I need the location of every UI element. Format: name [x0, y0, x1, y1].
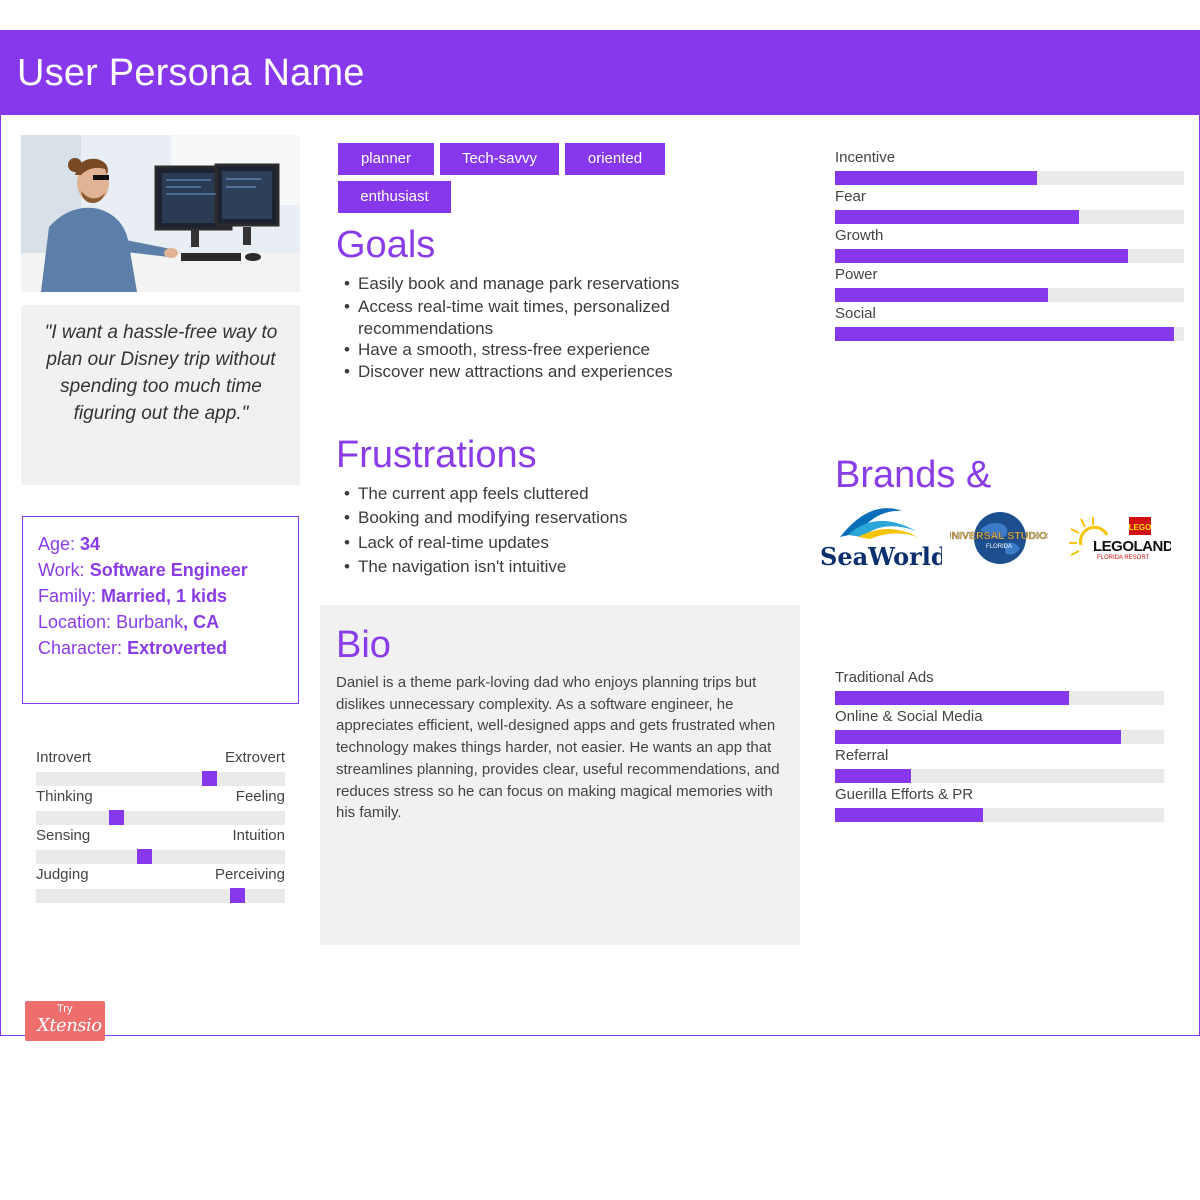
goal-item: Discover new attractions and experiences [344, 362, 673, 382]
location-row: Location: Burbank, CA [38, 612, 219, 633]
frustration-item: The navigation isn't intuitive [344, 557, 566, 577]
channel-label-guerilla: Guerilla Efforts & PR [835, 786, 974, 803]
location-city: Burbank [116, 612, 184, 632]
svg-text:FLORIDA: FLORIDA [986, 544, 1012, 550]
motivation-label-incentive: Incentive [835, 149, 896, 166]
character-row: Character: Extroverted [38, 638, 227, 659]
sensing-label: Sensing [36, 827, 91, 844]
channel-label-online-social: Online & Social Media [835, 708, 983, 725]
perceiving-label: Perceiving [214, 866, 285, 883]
character-label: Character: [38, 638, 123, 658]
bio-heading: Bio [336, 624, 391, 666]
frustration-item: The current app feels cluttered [344, 484, 589, 504]
personality-track-introvert-extrovert [36, 771, 285, 786]
xtensio-wordmark: Xtensio [37, 1015, 102, 1036]
goal-item: Have a smooth, stress-free experience [344, 340, 650, 360]
frustrations-heading: Frustrations [336, 434, 537, 476]
goals-heading: Goals [336, 224, 436, 266]
motivation-label-power: Power [835, 266, 878, 283]
tag-planner: planner [338, 143, 434, 175]
motivation-label-growth: Growth [835, 227, 884, 244]
work-value: Software Engineer [89, 560, 248, 580]
family-label: Family: [38, 586, 96, 606]
motivation-fill [835, 249, 1128, 263]
goal-item-continuation: recommendations [358, 319, 494, 338]
family-row: Family: Married, 1 kids [38, 586, 227, 607]
channel-label-traditional-ads: Traditional Ads [835, 669, 934, 686]
channel-track [835, 769, 1164, 783]
personality-marker [230, 888, 245, 903]
svg-text:LEGOLAND: LEGOLAND [1093, 538, 1171, 555]
age-value: 34 [80, 534, 101, 554]
tag-tech-savvy: Tech-savvy [440, 143, 559, 175]
svg-text:LEGO: LEGO [1129, 523, 1152, 532]
location-label: Location: [38, 612, 112, 632]
tag-oriented: oriented [565, 143, 665, 175]
brands-heading: Brands & [835, 454, 992, 496]
goal-item: Access real-time wait times, personalize… [344, 297, 670, 317]
channel-track [835, 691, 1164, 705]
channel-fill [835, 769, 911, 783]
motivation-label-social: Social [835, 305, 876, 322]
work-row: Work: Software Engineer [38, 560, 248, 581]
channel-track [835, 730, 1164, 744]
motivation-fill [835, 210, 1079, 224]
personality-marker [137, 849, 152, 864]
channel-fill [835, 730, 1121, 744]
motivation-track [835, 249, 1184, 263]
motivation-track [835, 210, 1184, 224]
personality-marker [109, 810, 124, 825]
family-value: Married, 1 kids [101, 586, 228, 606]
channel-fill [835, 808, 983, 822]
svg-text:FLORIDA RESORT: FLORIDA RESORT [1097, 555, 1150, 561]
motivation-fill [835, 288, 1048, 302]
persona-quote: "I want a hassle-free way to plan our Di… [44, 322, 278, 424]
character-value: Extroverted [127, 638, 228, 658]
intuition-label: Intuition [232, 827, 285, 844]
frustration-item: Lack of real-time updates [344, 533, 549, 553]
feeling-label: Feeling [235, 788, 285, 805]
try-xtensio-button[interactable]: Try Xtensio [25, 1001, 105, 1041]
personality-track-thinking-feeling [36, 810, 285, 825]
bio-text: Daniel is a theme park-loving dad who en… [336, 674, 780, 822]
seaworld-logo: SeaWorld [818, 503, 948, 571]
extrovert-label: Extrovert [224, 749, 285, 766]
channel-track [835, 808, 1164, 822]
age-label: Age: [38, 534, 76, 554]
motivation-fill [835, 171, 1037, 185]
personality-marker [202, 771, 217, 786]
svg-text:UNIVERSAL STUDIOS: UNIVERSAL STUDIOS [950, 530, 1048, 542]
judging-label: Judging [36, 866, 89, 883]
motivation-track [835, 327, 1184, 341]
channel-fill [835, 691, 1069, 705]
personality-track-sensing-intuition [36, 849, 285, 864]
legoland-logo: LEGO LEGOLAND FLORIDA RESORT [1067, 515, 1174, 565]
location-state: , CA [183, 612, 220, 632]
motivation-track [835, 171, 1184, 185]
introvert-label: Introvert [36, 749, 92, 766]
motivation-label-fear: Fear [835, 188, 866, 205]
age-row: Age: 34 [38, 534, 100, 555]
frustration-item: Booking and modifying reservations [344, 508, 627, 528]
personality-track-judging-perceiving [36, 888, 285, 903]
work-label: Work: [38, 560, 85, 580]
svg-text:SeaWorld: SeaWorld [820, 542, 942, 569]
tag-enthusiast: enthusiast [338, 181, 451, 213]
try-label: Try [57, 1003, 73, 1015]
channel-label-referral: Referral [835, 747, 889, 764]
page-title: User Persona Name [17, 52, 365, 94]
thinking-label: Thinking [36, 788, 93, 805]
goal-item: Easily book and manage park reservations [344, 274, 679, 294]
persona-photo [21, 135, 300, 292]
motivation-track [835, 288, 1184, 302]
motivation-fill [835, 327, 1174, 341]
universal-studios-logo: UNIVERSAL STUDIOS FLORIDA [944, 510, 1054, 566]
